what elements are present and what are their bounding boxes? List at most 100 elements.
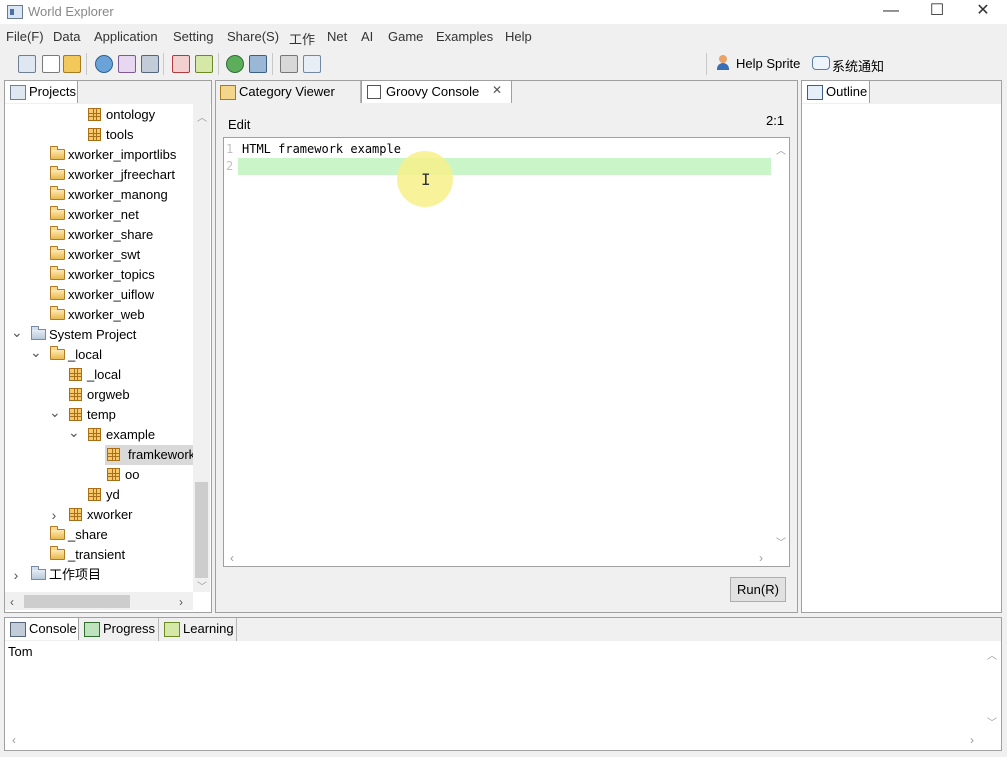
tree-item-label: yd xyxy=(106,487,120,502)
tab-learning[interactable]: Learning xyxy=(159,618,237,641)
tree-item[interactable]: framkework xyxy=(5,445,193,465)
cursor-position: 2:1 xyxy=(766,113,785,128)
console-scroll-left[interactable]: ‹ xyxy=(12,733,16,747)
tab-category-viewer[interactable]: Category Viewer xyxy=(215,81,361,104)
menu-data[interactable]: Data xyxy=(53,29,80,44)
tree-item[interactable]: _transient xyxy=(5,545,193,565)
user-icon xyxy=(716,55,730,70)
tree-item[interactable]: xworker_net xyxy=(5,205,193,225)
tree-item[interactable]: ⌄ _local xyxy=(5,345,193,365)
open-folder-icon[interactable] xyxy=(63,55,81,73)
toolbar-separator xyxy=(218,53,219,75)
tree-item-label: xworker_jfreechart xyxy=(68,167,175,182)
tree-item[interactable]: xworker_swt xyxy=(5,245,193,265)
home-icon[interactable] xyxy=(18,55,36,73)
tree-item[interactable]: _share xyxy=(5,525,193,545)
package-icon xyxy=(88,108,101,121)
tree-item[interactable]: xworker_manong xyxy=(5,185,193,205)
projects-icon xyxy=(10,85,26,100)
help-sprite-link[interactable]: Help Sprite xyxy=(736,56,800,71)
menu-net[interactable]: Net xyxy=(327,29,347,44)
code-editor[interactable]: 1 HTML framework example 2 ︿ ﹀ ‹ › xyxy=(223,137,790,567)
tree-item-label: tools xyxy=(106,127,134,142)
tree-item[interactable]: orgweb xyxy=(5,385,193,405)
menu-help[interactable]: Help xyxy=(505,29,532,44)
refresh-globe-icon[interactable] xyxy=(95,55,113,73)
tree-item[interactable]: xworker_uiflow xyxy=(5,285,193,305)
collapse-arrow-icon[interactable]: ⌄ xyxy=(11,325,23,345)
collapse-arrow-icon[interactable]: ⌄ xyxy=(49,405,61,425)
tree-horizontal-scrollbar[interactable]: ‹ › xyxy=(5,592,193,610)
tree-item[interactable]: xworker_jfreechart xyxy=(5,165,193,185)
tree-item[interactable]: ⌄ example xyxy=(5,425,193,445)
line-number: 1 xyxy=(226,142,234,156)
document-list-icon[interactable] xyxy=(303,55,321,73)
tree-item[interactable]: ontology xyxy=(5,105,193,125)
menu-bar: File(F) Data Application Setting Share(S… xyxy=(0,24,1007,48)
close-button[interactable]: ✕ xyxy=(960,0,1006,24)
pdf-icon[interactable] xyxy=(172,55,190,73)
menu-application[interactable]: Application xyxy=(94,29,158,44)
collapse-arrow-icon[interactable]: ⌄ xyxy=(68,425,80,445)
tab-category-viewer-label: Category Viewer xyxy=(239,84,335,99)
menu-file[interactable]: File(F) xyxy=(6,29,44,44)
console-scroll-down[interactable]: ﹀ xyxy=(987,714,997,729)
menu-setting[interactable]: Setting xyxy=(173,29,213,44)
expand-arrow-icon[interactable]: › xyxy=(11,565,21,585)
tree-item[interactable]: tools xyxy=(5,125,193,145)
menu-ai[interactable]: AI xyxy=(361,29,373,44)
tree-scroll-thumb[interactable] xyxy=(195,482,208,578)
maximize-button[interactable]: ☐ xyxy=(914,0,960,24)
tree-hscroll-thumb[interactable] xyxy=(24,595,130,608)
tree-item[interactable]: xworker_web xyxy=(5,305,193,325)
tree-item-label: xworker_share xyxy=(68,227,154,242)
tree-item-label: xworker_net xyxy=(68,207,139,222)
tree-item[interactable]: yd xyxy=(5,485,193,505)
tree-item[interactable]: ⌄ System Project xyxy=(5,325,193,345)
package-icon xyxy=(88,488,101,501)
new-file-icon[interactable] xyxy=(42,55,60,73)
tab-groovy-console[interactable]: Groovy Console ✕ xyxy=(361,80,512,103)
monitor-icon[interactable] xyxy=(141,55,159,73)
console-checkbox-icon xyxy=(367,85,381,99)
expand-arrow-icon[interactable]: › xyxy=(49,505,59,525)
tree-item[interactable]: xworker_importlibs xyxy=(5,145,193,165)
package-icon xyxy=(88,428,101,441)
console-scroll-right[interactable]: › xyxy=(970,733,974,747)
menu-game[interactable]: Game xyxy=(388,29,423,44)
tab-outline-label: Outline xyxy=(826,84,868,99)
tree-item[interactable]: › xworker xyxy=(5,505,193,525)
wand-icon[interactable] xyxy=(195,55,213,73)
tree-item[interactable]: _local xyxy=(5,365,193,385)
folder-icon xyxy=(50,226,65,240)
tab-projects[interactable]: Projects xyxy=(4,80,78,103)
menu-work[interactable]: 工作 xyxy=(289,29,315,48)
thing-editor-icon[interactable] xyxy=(118,55,136,73)
run-button[interactable]: Run(R) xyxy=(730,577,786,602)
tree-item[interactable]: ⌄ temp xyxy=(5,405,193,425)
tree-item-label: _local xyxy=(87,367,121,382)
collapse-arrow-icon[interactable]: ⌄ xyxy=(30,345,42,365)
globe-icon[interactable] xyxy=(226,55,244,73)
remote-monitor-icon[interactable] xyxy=(249,55,267,73)
tab-progress[interactable]: Progress xyxy=(79,618,159,641)
package-icon xyxy=(69,408,82,421)
close-tab-icon[interactable]: ✕ xyxy=(492,83,502,97)
minimize-button[interactable]: — xyxy=(868,0,914,24)
system-notice-link[interactable]: 系统通知 xyxy=(832,56,884,75)
tree-item[interactable]: oo xyxy=(5,465,193,485)
tree-item-label: xworker_importlibs xyxy=(68,147,177,162)
tree-item[interactable]: xworker_topics xyxy=(5,265,193,285)
tab-outline[interactable]: Outline xyxy=(801,80,870,103)
tree-vertical-scrollbar[interactable]: ︿ ﹀ xyxy=(193,104,210,593)
toolbar-separator xyxy=(86,53,87,75)
tree-item-label: temp xyxy=(87,407,116,422)
menu-share[interactable]: Share(S) xyxy=(227,29,279,44)
gear-icon[interactable] xyxy=(280,55,298,73)
console-scroll-up[interactable]: ︿ xyxy=(987,647,997,662)
menu-examples[interactable]: Examples xyxy=(436,29,493,44)
tree-item[interactable]: xworker_share xyxy=(5,225,193,245)
tab-console[interactable]: Console xyxy=(4,617,79,640)
tree-item[interactable]: › 工作项目 xyxy=(5,565,193,585)
toolbar-separator xyxy=(163,53,164,75)
